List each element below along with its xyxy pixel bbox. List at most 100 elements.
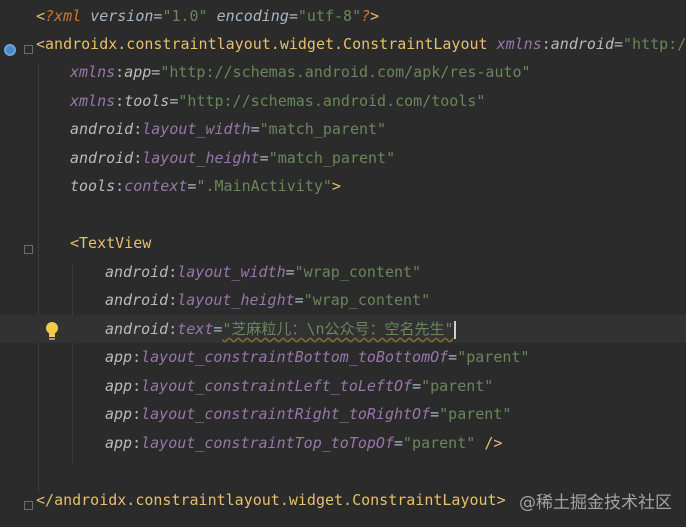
code-line[interactable]: app:layout_constraintBottom_toBottomOf="…: [0, 343, 686, 371]
code-line[interactable]: app:layout_constraintLeft_toLeftOf="pare…: [0, 372, 686, 400]
code-line[interactable]: <TextView: [0, 229, 686, 257]
code-token: "parent": [403, 434, 476, 452]
code-token: "parent": [421, 377, 494, 395]
code-token: xmlns: [496, 35, 542, 53]
code-token: context: [124, 177, 188, 195]
code-line-text: app:layout_constraintBottom_toBottomOf="…: [105, 343, 529, 371]
code-line[interactable]: xmlns:tools="http://schemas.android.com/…: [0, 87, 686, 115]
code-line-text: <TextView: [70, 229, 151, 257]
code-line-text: android:layout_height="wrap_content": [105, 286, 430, 314]
code-token: =: [285, 263, 295, 281]
code-token: :: [133, 149, 143, 167]
code-token: app: [105, 377, 133, 395]
code-token: "wrap_content": [294, 263, 422, 281]
code-token: androidx.constraintlayout.widget.Constra…: [45, 35, 488, 53]
code-token: layout_height: [142, 149, 260, 167]
code-token: :: [541, 35, 551, 53]
code-token: "utf-8": [297, 7, 362, 25]
code-token: xmlns: [70, 92, 116, 110]
code-line-text: <?xml version="1.0" encoding="utf-8"?>: [36, 2, 379, 30]
code-line[interactable]: [0, 457, 686, 485]
code-editor[interactable]: <?xml version="1.0" encoding="utf-8"?> <a…: [0, 0, 686, 527]
code-token: <: [36, 7, 46, 25]
code-token: :: [132, 434, 142, 452]
code-token: layout_constraintRight_toRightOf: [141, 405, 431, 423]
code-token: :: [132, 348, 142, 366]
code-line-text: app:layout_constraintTop_toTopOf="parent…: [105, 429, 502, 457]
code-line[interactable]: app:layout_constraintTop_toTopOf="parent…: [0, 429, 686, 457]
code-token: :: [133, 120, 143, 138]
code-token: "wrap_content": [303, 291, 431, 309]
code-token: "芝麻粒儿：\n公众号：空名先生": [222, 320, 454, 338]
code-token: app: [105, 434, 133, 452]
code-token: "match_parent": [259, 120, 387, 138]
code-token: >: [370, 7, 380, 25]
code-line-text: android:layout_width="match_parent": [70, 115, 386, 143]
code-token: android: [70, 149, 134, 167]
code-token: =: [294, 291, 304, 309]
code-token: TextView: [79, 234, 152, 252]
code-token: :: [115, 177, 125, 195]
code-token: android: [105, 263, 169, 281]
code-line[interactable]: tools:context=".MainActivity">: [0, 172, 686, 200]
code-token: android: [70, 120, 134, 138]
code-token: androidx.constraintlayout.widget.Constra…: [54, 491, 497, 509]
code-line-text: android:layout_width="wrap_content": [105, 258, 421, 286]
code-token: xmlns: [70, 63, 116, 81]
code-token: "parent": [439, 405, 512, 423]
code-token: "parent": [457, 348, 530, 366]
code-line-text: app:layout_constraintLeft_toLeftOf="pare…: [105, 372, 493, 400]
code-line-text: xmlns:app="http://schemas.android.com/ap…: [70, 58, 531, 86]
code-line-text: tools:context=".MainActivity">: [70, 172, 341, 200]
code-token: layout_constraintBottom_toBottomOf: [141, 348, 449, 366]
code-line[interactable]: android:layout_width="wrap_content": [0, 258, 686, 286]
code-line[interactable]: android:layout_height="wrap_content": [0, 286, 686, 314]
code-token: </: [36, 491, 55, 509]
code-line[interactable]: app:layout_constraintRight_toRightOf="pa…: [0, 400, 686, 428]
code-token: encoding: [207, 7, 289, 25]
code-token: android: [105, 291, 169, 309]
code-line[interactable]: <androidx.constraintlayout.widget.Constr…: [0, 30, 686, 58]
code-token: />: [484, 434, 503, 452]
code-line-text: </androidx.constraintlayout.widget.Const…: [36, 486, 506, 514]
code-line-text: android:text="芝麻粒儿：\n公众号：空名先生": [105, 315, 456, 343]
code-line[interactable]: xmlns:app="http://schemas.android.com/ap…: [0, 58, 686, 86]
code-line[interactable]: android:layout_height="match_parent": [0, 144, 686, 172]
code-token: tools: [70, 177, 116, 195]
code-token: text: [177, 320, 214, 338]
code-token: <: [36, 35, 46, 53]
code-line[interactable]: android:text="芝麻粒儿：\n公众号：空名先生": [0, 315, 686, 343]
code-token: layout_constraintLeft_toLeftOf: [141, 377, 413, 395]
code-token: layout_height: [177, 291, 295, 309]
code-token: =: [430, 405, 440, 423]
lightbulb-icon[interactable]: [44, 321, 60, 343]
code-token: "match_parent": [268, 149, 396, 167]
code-token: android: [550, 35, 614, 53]
code-token: app: [124, 63, 152, 81]
code-token: ".MainActivity": [196, 177, 332, 195]
code-token: >: [496, 491, 506, 509]
code-line-text: xmlns:tools="http://schemas.android.com/…: [70, 87, 485, 115]
code-line[interactable]: [0, 201, 686, 229]
code-line[interactable]: <?xml version="1.0" encoding="utf-8"?>: [0, 2, 686, 30]
code-token: "http://sc: [623, 35, 686, 53]
text-caret: [453, 320, 456, 339]
code-token: =: [151, 63, 161, 81]
code-token: ?xml: [45, 7, 91, 25]
code-token: :: [132, 377, 142, 395]
code-line-text: app:layout_constraintRight_toRightOf="pa…: [105, 400, 511, 428]
code-token: :: [168, 320, 178, 338]
code-token: android: [105, 320, 169, 338]
code-token: =: [288, 7, 298, 25]
code-token: :: [132, 405, 142, 423]
code-token: :: [168, 263, 178, 281]
code-token: ?: [361, 7, 371, 25]
code-token: version: [90, 7, 154, 25]
code-token: =: [412, 377, 422, 395]
code-token: =: [250, 120, 260, 138]
code-token: tools: [124, 92, 170, 110]
code-token: >: [331, 177, 341, 195]
code-token: "http://schemas.android.com/tools": [178, 92, 486, 110]
code-line[interactable]: android:layout_width="match_parent": [0, 115, 686, 143]
